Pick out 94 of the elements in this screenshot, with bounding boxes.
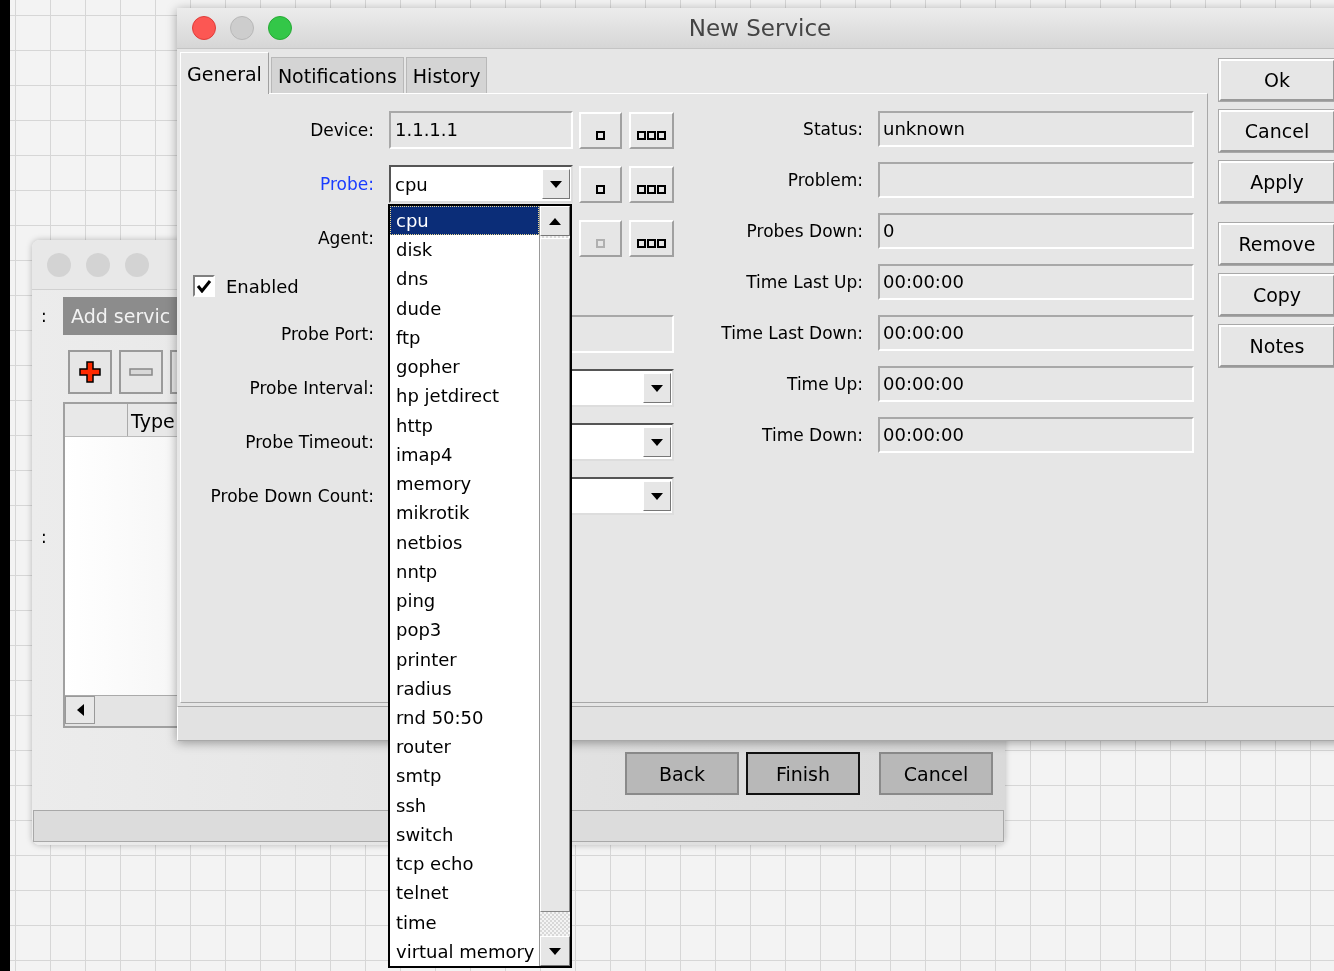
list-item[interactable]: imap4	[390, 439, 539, 470]
list-item[interactable]: dns	[390, 264, 539, 294]
zoom-button[interactable]	[268, 16, 292, 40]
list-item[interactable]: ftp	[390, 322, 539, 353]
label: :	[40, 527, 48, 547]
list-item[interactable]: netbios	[390, 527, 539, 557]
list-item[interactable]: pop3	[390, 615, 539, 645]
field-label: Status:	[802, 119, 863, 139]
input-field[interactable]: 00:00:00	[878, 264, 1194, 300]
input-field[interactable]: 00:00:00	[878, 315, 1194, 351]
button[interactable]: Ok	[1219, 59, 1334, 101]
field-label: Agent:	[316, 228, 374, 248]
list-item[interactable]: radius	[390, 673, 539, 703]
list-item[interactable]: router	[390, 732, 539, 762]
button[interactable]: Remove	[1219, 223, 1334, 265]
list-item[interactable]: switch	[390, 819, 539, 850]
dropdown-field[interactable]: cpu	[389, 165, 573, 203]
square-icon	[596, 130, 605, 140]
close-button[interactable]	[192, 16, 216, 40]
field-label: Probes Down:	[745, 221, 863, 241]
add-button[interactable]	[68, 350, 112, 394]
scroll-up-button[interactable]	[540, 206, 570, 236]
caret-icon	[651, 492, 663, 500]
list-item[interactable]: cpu	[390, 206, 539, 236]
more-button[interactable]	[629, 165, 674, 203]
dots-icon	[637, 130, 666, 140]
dots-icon	[637, 238, 666, 248]
checkbox-label: Enabled	[226, 275, 299, 297]
scroll-down-button[interactable]	[540, 936, 570, 966]
scroll-left-button[interactable]	[65, 696, 95, 724]
list-item[interactable]: smtp	[390, 761, 539, 791]
tab[interactable]: General	[180, 52, 269, 94]
input-field[interactable]: 0	[878, 213, 1194, 249]
list-item[interactable]: time	[390, 907, 539, 937]
remove-button[interactable]	[119, 350, 163, 394]
field-label: Probe Interval:	[248, 378, 374, 398]
list-item[interactable]: http	[390, 410, 539, 440]
button[interactable]: Copy	[1219, 274, 1334, 316]
list-item[interactable]: ssh	[390, 790, 539, 820]
down-arrow-icon	[549, 947, 561, 955]
list-item[interactable]: telnet	[390, 878, 539, 908]
input-field[interactable]: 1.1.1.1	[389, 111, 573, 149]
plus-icon	[78, 360, 102, 384]
field-label: Time Last Down:	[720, 323, 863, 343]
minus-icon	[129, 367, 153, 377]
up-arrow-icon	[549, 217, 561, 225]
field-label: Time Down:	[761, 425, 863, 445]
picker-button[interactable]	[579, 165, 622, 203]
list-item[interactable]: gopher	[390, 352, 539, 382]
field-label: Problem:	[786, 170, 863, 190]
list-item[interactable]: ping	[390, 586, 539, 616]
list-item[interactable]: tcp echo	[390, 849, 539, 879]
button[interactable]: Apply	[1219, 161, 1334, 203]
list-item[interactable]: memory	[390, 469, 539, 499]
caret-icon	[651, 438, 663, 446]
tab[interactable]: History	[405, 57, 488, 93]
list-item[interactable]: disk	[390, 235, 539, 265]
button[interactable]: Cancel	[1219, 110, 1334, 152]
more-button[interactable]	[629, 111, 674, 149]
button[interactable]: Notes	[1219, 325, 1334, 367]
field-label: Device:	[309, 120, 374, 140]
caret-icon	[550, 180, 562, 188]
button[interactable]: Back	[625, 752, 739, 795]
field-label: Probe Timeout:	[244, 432, 374, 452]
list-item[interactable]: virtual memory	[390, 936, 539, 967]
picker-button[interactable]	[579, 111, 622, 149]
button[interactable]: Cancel	[879, 752, 993, 795]
label: :	[40, 306, 48, 326]
caret-icon	[651, 384, 663, 392]
left-arrow-icon	[76, 704, 84, 716]
checkbox[interactable]	[193, 275, 215, 297]
input-field[interactable]: 00:00:00	[878, 366, 1194, 402]
window-title: New Service	[688, 15, 832, 41]
input-field[interactable]: 00:00:00	[878, 417, 1194, 453]
list-item[interactable]: hp jetdirect	[390, 381, 539, 411]
tab[interactable]: Notifications	[270, 57, 404, 93]
input-field[interactable]: unknown	[878, 111, 1194, 147]
input-field[interactable]	[878, 162, 1194, 198]
field-label: Probe:	[319, 174, 374, 194]
square-icon	[596, 238, 605, 248]
button[interactable]: Finish	[746, 752, 860, 795]
field-label: Probe Port:	[279, 324, 374, 344]
check-icon	[196, 279, 212, 293]
field-label: Time Last Up:	[745, 272, 863, 292]
list-item[interactable]: nntp	[390, 556, 539, 587]
square-icon	[596, 184, 605, 194]
list-item[interactable]: mikrotik	[390, 498, 539, 528]
field-label: Probe Down Count:	[209, 486, 374, 506]
list-item[interactable]: printer	[390, 644, 539, 674]
more-button[interactable]	[629, 219, 674, 257]
list-item[interactable]: rnd 50:50	[390, 703, 539, 733]
dots-icon	[637, 184, 666, 194]
list-item[interactable]: dude	[390, 293, 539, 323]
field-label: Time Up:	[786, 374, 863, 394]
